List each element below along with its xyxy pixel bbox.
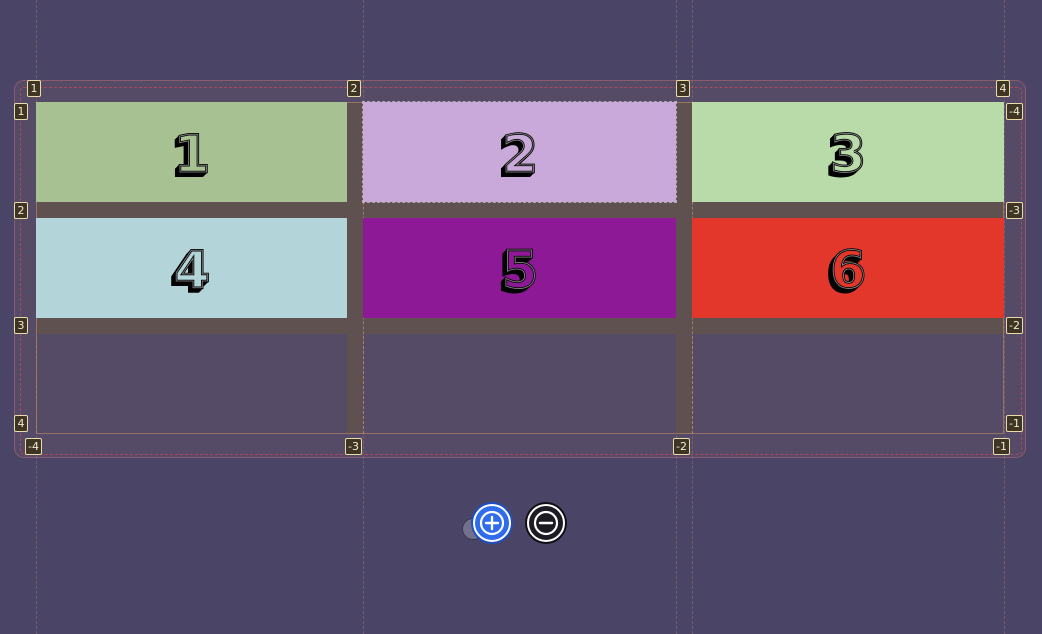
grid-item: 555555 [363,218,676,318]
column-line-number-bottom: -1 [993,438,1010,455]
grid-item: 111111 [36,102,347,202]
item-number-graphic: 111111 [168,124,210,190]
item-number-highlight: 3 [830,125,866,185]
column-line-number-top: 3 [676,80,690,97]
column-line-number-bottom: -3 [345,438,362,455]
item-number-graphic: 444444 [168,240,210,306]
row-line-number-left: 1 [14,103,28,120]
column-line-number-top: 1 [27,80,41,97]
grid-item: 222222 [362,101,677,203]
item-number-graphic: 555555 [496,240,538,306]
row-line-number-left: 2 [14,202,28,219]
item-number-highlight: 1 [173,125,209,185]
item-number-graphic: 333333 [825,124,867,190]
item-number-highlight: 4 [173,241,209,301]
grid-item: 444444 [36,218,347,318]
item-number-graphic: 666666 [825,240,867,306]
grid-item: 333333 [692,102,1004,202]
add-item-button[interactable] [473,504,511,542]
grid-item: 666666 [692,218,1004,318]
column-line-number-top: 4 [996,80,1010,97]
row-line-number-right: -1 [1006,415,1023,432]
item-number-highlight: 6 [830,241,866,301]
row-line-number-right: -4 [1006,103,1023,120]
item-number-graphic: 222222 [496,124,538,190]
column-line-number-bottom: -4 [25,438,42,455]
minus-circle-icon [533,510,559,536]
item-number-highlight: 5 [501,241,537,301]
column-line-number-bottom: -2 [673,438,690,455]
plus-circle-icon [479,510,505,536]
row-line-number-right: -2 [1006,317,1023,334]
grid-demo-stage: 111111 222222 333333 444444 555555 666666 1 2 3… [0,0,1042,634]
row-line-number-right: -3 [1006,202,1023,219]
row-line-number-left: 4 [14,415,28,432]
row-line-number-left: 3 [14,317,28,334]
column-line-number-top: 2 [347,80,361,97]
item-number-highlight: 2 [501,125,537,185]
remove-item-button[interactable] [527,504,565,542]
